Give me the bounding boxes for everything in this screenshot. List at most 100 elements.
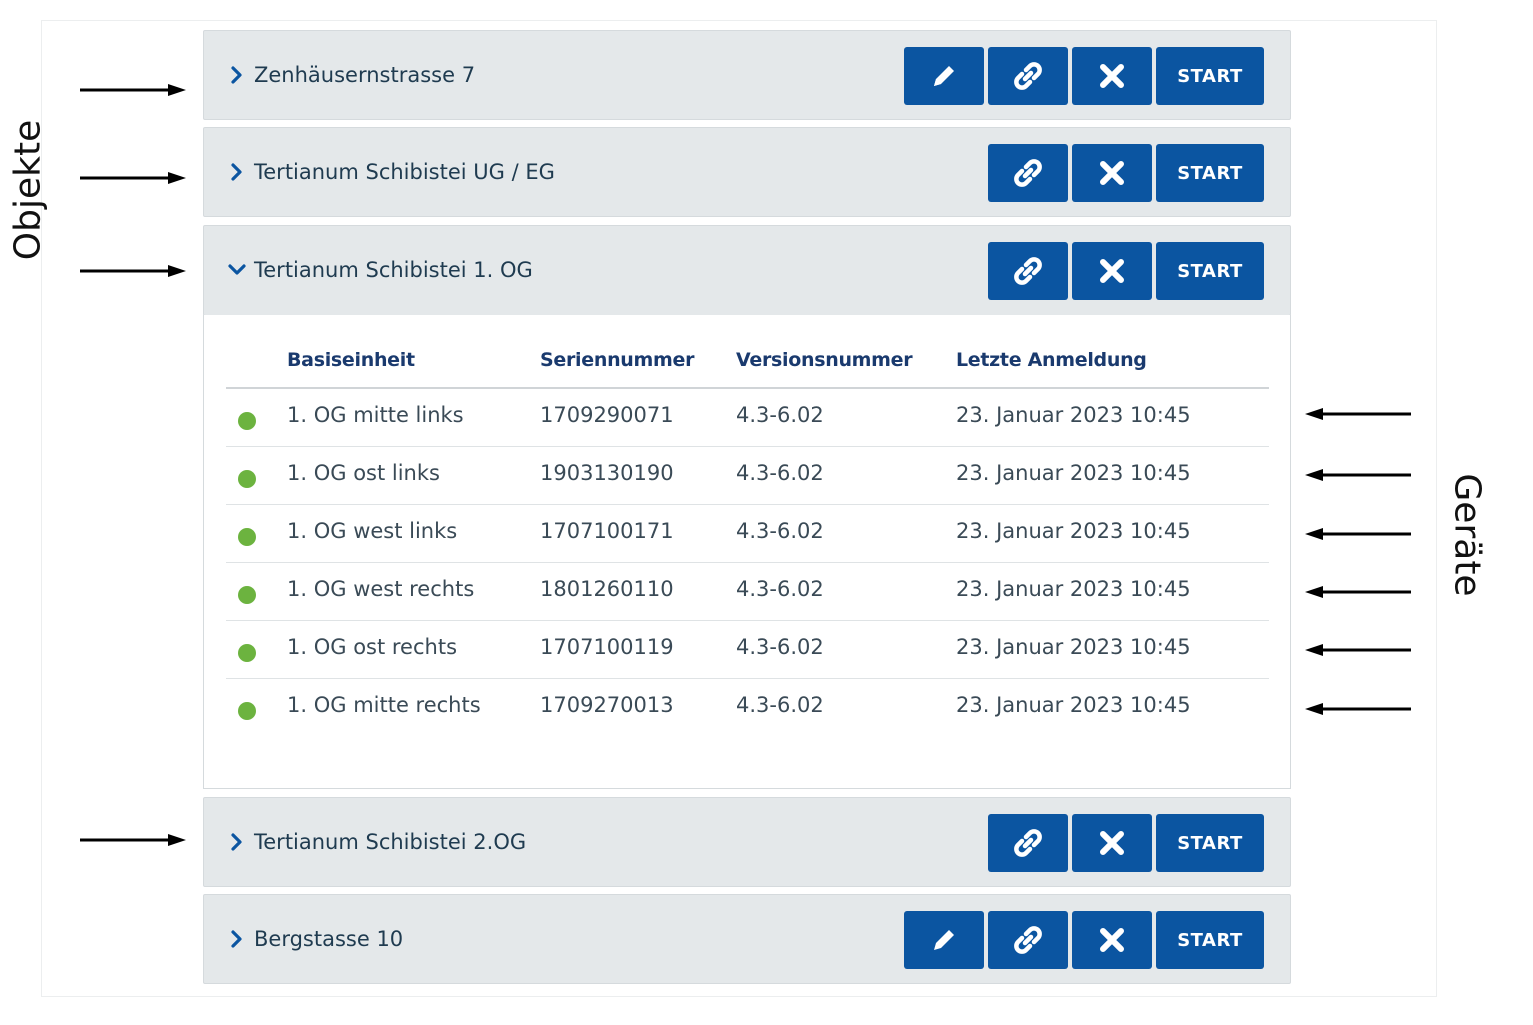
table-row[interactable]: 1. OG west links 1707100171 4.3-6.02 23.… [226,505,1269,563]
start-button[interactable]: START [1156,242,1264,300]
arrow-left-icon [1305,469,1411,481]
device-version: 4.3-6.02 [736,577,824,601]
start-button[interactable]: START [1156,814,1264,872]
arrow-left-icon [1305,703,1411,715]
device-name: 1. OG ost rechts [287,635,458,659]
status-online-icon [238,470,256,488]
object-header-tertianum-ug-eg[interactable]: Tertianum Schibistei UG / EG START [203,127,1291,217]
status-online-icon [238,644,256,662]
link-icon [1014,926,1042,954]
chevron-right-icon [228,66,246,84]
device-serial: 1707100171 [540,519,674,543]
objects-annotation-label: Objekte [7,119,49,261]
link-button[interactable] [988,47,1068,105]
chevron-down-icon [228,261,246,279]
column-header-basiseinheit[interactable]: Basiseinheit [287,349,415,371]
delete-button[interactable] [1072,242,1152,300]
devices-annotation-label: Geräte [1446,473,1488,597]
device-version: 4.3-6.02 [736,461,824,485]
edit-button[interactable] [904,47,984,105]
link-icon [1014,257,1042,285]
device-table-header: Basiseinheit Seriennummer Versionsnummer… [226,343,1269,389]
device-last-login: 23. Januar 2023 10:45 [956,403,1191,427]
link-button[interactable] [988,911,1068,969]
delete-button[interactable] [1072,47,1152,105]
object-title[interactable]: Tertianum Schibistei 1. OG [228,226,533,314]
device-name: 1. OG ost links [287,461,440,485]
pencil-icon [934,930,954,950]
object-header-tertianum-1-og[interactable]: Tertianum Schibistei 1. OG START [203,225,1291,316]
device-last-login: 23. Januar 2023 10:45 [956,461,1191,485]
object-actions: START [988,814,1264,872]
object-actions: START [904,911,1264,969]
object-name: Tertianum Schibistei 2.OG [254,830,527,854]
close-icon [1100,64,1124,88]
delete-button[interactable] [1072,144,1152,202]
table-row[interactable]: 1. OG mitte links 1709290071 4.3-6.02 23… [226,389,1269,447]
object-header-tertianum-2-og[interactable]: Tertianum Schibistei 2.OG START [203,797,1291,887]
object-actions: START [988,242,1264,300]
table-row[interactable]: 1. OG ost links 1903130190 4.3-6.02 23. … [226,447,1269,505]
object-title[interactable]: Tertianum Schibistei UG / EG [228,128,555,216]
device-name: 1. OG west links [287,519,458,543]
arrow-right-icon [80,834,186,846]
close-icon [1100,161,1124,185]
arrow-left-icon [1305,586,1411,598]
device-last-login: 23. Januar 2023 10:45 [956,693,1191,717]
device-name: 1. OG mitte rechts [287,693,481,717]
object-title[interactable]: Zenhäusernstrasse 7 [228,31,475,119]
link-button[interactable] [988,814,1068,872]
table-row[interactable]: 1. OG mitte rechts 1709270013 4.3-6.02 2… [226,679,1269,737]
object-header-bergstasse[interactable]: Bergstasse 10 START [203,894,1291,984]
object-title[interactable]: Tertianum Schibistei 2.OG [228,798,526,886]
device-panel: Basiseinheit Seriennummer Versionsnummer… [203,315,1291,789]
status-online-icon [238,412,256,430]
link-icon [1014,829,1042,857]
object-title[interactable]: Bergstasse 10 [228,895,403,983]
column-header-letzte-anmeldung[interactable]: Letzte Anmeldung [956,349,1147,371]
start-button[interactable]: START [1156,47,1264,105]
object-actions: START [988,144,1264,202]
edit-button[interactable] [904,911,984,969]
device-serial: 1903130190 [540,461,674,485]
delete-button[interactable] [1072,814,1152,872]
column-header-seriennummer[interactable]: Seriennummer [540,349,694,371]
close-icon [1100,831,1124,855]
chevron-right-icon [228,930,246,948]
arrow-right-icon [80,172,186,184]
arrow-left-icon [1305,644,1411,656]
device-serial: 1801260110 [540,577,674,601]
object-name: Tertianum Schibistei UG / EG [254,160,555,184]
link-icon [1014,159,1042,187]
delete-button[interactable] [1072,911,1152,969]
link-button[interactable] [988,242,1068,300]
device-last-login: 23. Januar 2023 10:45 [956,577,1191,601]
arrow-right-icon [80,265,186,277]
start-button[interactable]: START [1156,144,1264,202]
link-button[interactable] [988,144,1068,202]
column-header-versionsnummer[interactable]: Versionsnummer [736,349,913,371]
table-row[interactable]: 1. OG west rechts 1801260110 4.3-6.02 23… [226,563,1269,621]
device-version: 4.3-6.02 [736,635,824,659]
object-header-zenhaeusernstrasse[interactable]: Zenhäusernstrasse 7 START [203,30,1291,120]
device-name: 1. OG mitte links [287,403,464,427]
pencil-icon [934,66,954,86]
link-icon [1014,62,1042,90]
device-version: 4.3-6.02 [736,519,824,543]
device-serial: 1709270013 [540,693,674,717]
object-actions: START [904,47,1264,105]
device-version: 4.3-6.02 [736,403,824,427]
object-name: Bergstasse 10 [254,927,404,951]
status-online-icon [238,586,256,604]
object-name: Zenhäusernstrasse 7 [254,63,476,87]
chevron-right-icon [228,163,246,181]
start-button[interactable]: START [1156,911,1264,969]
status-online-icon [238,702,256,720]
close-icon [1100,259,1124,283]
table-row[interactable]: 1. OG ost rechts 1707100119 4.3-6.02 23.… [226,621,1269,679]
arrow-left-icon [1305,528,1411,540]
object-name: Tertianum Schibistei 1. OG [254,258,533,282]
arrow-right-icon [80,84,186,96]
device-last-login: 23. Januar 2023 10:45 [956,519,1191,543]
device-name: 1. OG west rechts [287,577,475,601]
